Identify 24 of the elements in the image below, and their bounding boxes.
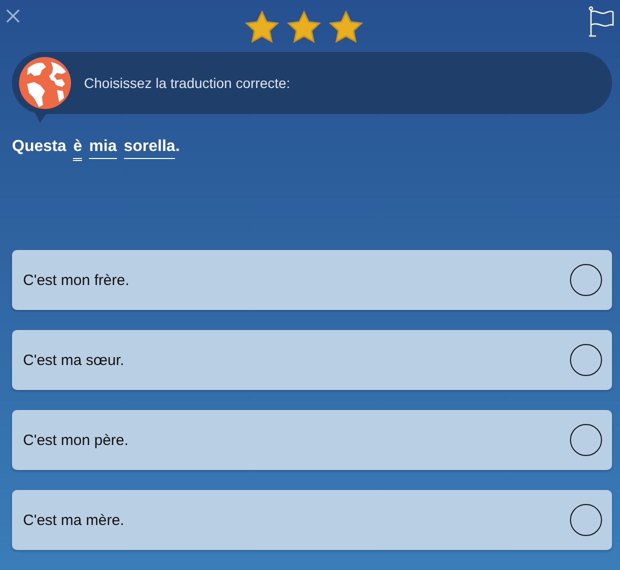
star-icon [286, 9, 322, 45]
answer-text: C'est ma sœur. [23, 352, 124, 368]
star-icon [328, 9, 364, 45]
radio-button[interactable] [570, 264, 602, 296]
hint-word[interactable]: mia [89, 138, 117, 159]
hint-word[interactable]: sorella [124, 138, 176, 159]
globe-icon [18, 56, 72, 110]
star-icon [244, 9, 280, 45]
answer-option[interactable]: C'est mon père. [12, 410, 612, 470]
radio-button[interactable] [570, 504, 602, 536]
answer-option[interactable]: C'est ma mère. [12, 490, 612, 550]
close-icon[interactable] [6, 9, 20, 23]
punctuation-mark: . [175, 138, 180, 157]
answer-text: C'est mon père. [23, 432, 128, 448]
sentence-word: Questa [12, 138, 66, 157]
flag-icon[interactable] [588, 6, 614, 38]
radio-button[interactable] [570, 344, 602, 376]
answer-option[interactable]: C'est ma sœur. [12, 330, 612, 390]
radio-button[interactable] [570, 424, 602, 456]
answer-option[interactable]: C'est mon frère. [12, 250, 612, 310]
hint-word[interactable]: è [73, 138, 82, 161]
instruction-text: Choisissez la traduction correcte: [84, 74, 290, 91]
answer-text: C'est mon frère. [23, 272, 130, 288]
answer-text: C'est ma mère. [23, 512, 124, 528]
